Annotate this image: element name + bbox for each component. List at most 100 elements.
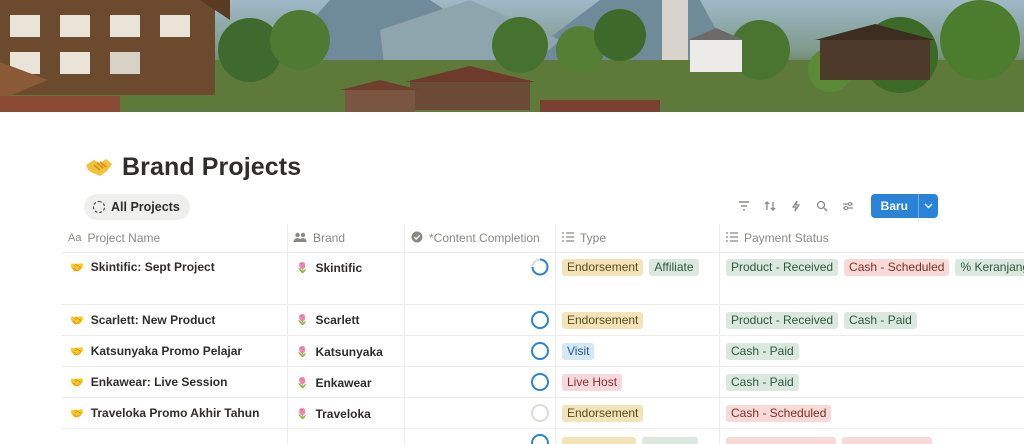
completion-ring <box>531 373 549 391</box>
type-tag: Live Host <box>562 373 623 391</box>
column-header-brand[interactable]: Brand <box>293 224 408 252</box>
payment-tags[interactable]: Product - Received Cash - Scheduled % Ke… <box>726 257 1024 277</box>
payment-tag: Cash - Scheduled <box>726 404 832 422</box>
brand-cell[interactable]: 🌷 Scarlett <box>296 310 359 330</box>
completion-ring <box>531 258 549 276</box>
column-divider <box>404 224 405 444</box>
flower-icon: 🌷 <box>296 408 309 420</box>
column-divider <box>719 224 720 444</box>
handshake-icon: 🤝 <box>70 345 84 358</box>
completion-ring <box>531 404 549 422</box>
brand-name: Scarlett <box>315 313 360 327</box>
type-tag: Affiliate <box>649 258 699 276</box>
column-header-label: Project Name <box>87 231 161 245</box>
completion-ring <box>531 342 549 360</box>
project-name: Scarlett: New Product <box>90 313 216 327</box>
column-header-project-name[interactable]: Aa Project Name <box>68 224 288 252</box>
page-title: Brand Projects <box>122 152 302 181</box>
type-tag: Visit <box>562 342 595 360</box>
handshake-icon: 🤝 <box>70 376 84 389</box>
check-circle-icon <box>411 231 423 246</box>
project-name: Enkawear: Live Session <box>90 375 228 389</box>
completion-ring <box>531 434 549 444</box>
type-tags[interactable]: Live Host <box>562 372 623 392</box>
column-header-type[interactable]: Type <box>562 224 712 252</box>
payment-tag: Cash - Paid <box>726 373 799 391</box>
flower-icon: 🌷 <box>296 262 309 274</box>
type-tags[interactable]: Endorsement Affiliate <box>562 257 699 277</box>
payment-tags[interactable]: Product - Received Cash - Paid <box>726 310 917 330</box>
type-tags[interactable]: Visit <box>562 341 595 361</box>
text-property-icon: Aa <box>68 232 82 244</box>
payment-tags[interactable]: Cash - Scheduled <box>726 403 832 423</box>
column-header-label: Brand <box>313 231 346 245</box>
filter-icon[interactable] <box>733 194 755 218</box>
brand-cell[interactable]: 🌷 Katsunyaka <box>296 342 383 362</box>
payment-tag: Product - Received <box>726 311 839 329</box>
search-icon[interactable] <box>811 194 833 218</box>
project-name-cell[interactable]: 🤝 Skintific: Sept Project <box>70 257 215 277</box>
list-icon <box>726 231 738 245</box>
type-tags[interactable]: Endorsement <box>562 403 644 423</box>
flower-icon: 🌷 <box>296 346 309 358</box>
brand-cell[interactable]: 🌷 Traveloka <box>296 404 371 424</box>
type-tag: Endorsement <box>562 404 644 422</box>
type-tag-placeholder <box>642 436 698 444</box>
payment-tags[interactable]: Cash - Paid <box>726 341 799 361</box>
payment-tag: Cash - Paid <box>726 342 799 360</box>
row-divider <box>62 335 1024 336</box>
settings-sliders-icon[interactable] <box>837 194 859 218</box>
brand-name: Traveloka <box>315 407 371 421</box>
type-tag: Endorsement <box>562 258 644 276</box>
sort-icon[interactable] <box>759 194 781 218</box>
column-header-payment-status[interactable]: Payment Status <box>726 224 926 252</box>
payment-tag: Cash - Paid <box>844 311 917 329</box>
project-name-cell[interactable]: 🤝 Katsunyaka Promo Pelajar <box>70 341 242 361</box>
brand-cell[interactable]: 🌷 Enkawear <box>296 373 372 393</box>
new-button[interactable]: Baru <box>870 194 938 218</box>
handshake-icon: 🤝 <box>70 261 84 274</box>
completion-ring <box>531 311 549 329</box>
database-toolbar: Baru <box>733 194 938 218</box>
cover-image <box>0 0 1024 112</box>
row-divider <box>62 366 1024 367</box>
project-name: Skintific: Sept Project <box>90 260 215 274</box>
brand-name: Katsunyaka <box>315 345 383 359</box>
payment-tags[interactable]: Cash - Paid <box>726 372 799 392</box>
cover-illustration <box>0 0 1024 112</box>
loading-circle-icon <box>93 201 105 213</box>
payment-tags[interactable] <box>726 434 932 444</box>
row-divider <box>62 304 1024 305</box>
payment-tag-placeholder <box>842 436 932 444</box>
view-tab-label: All Projects <box>111 200 180 214</box>
payment-tag-placeholder <box>726 436 836 444</box>
page-title-row: Brand Projects <box>84 152 301 182</box>
type-tags[interactable]: Endorsement <box>562 310 644 330</box>
handshake-icon: 🤝 <box>70 407 84 420</box>
people-icon <box>293 231 307 245</box>
column-header-label: *Content Completion <box>429 231 540 245</box>
flower-icon: 🌷 <box>296 314 309 326</box>
column-divider <box>287 224 288 444</box>
type-tag-placeholder <box>562 436 636 444</box>
brand-name: Skintific <box>315 261 363 275</box>
brand-name: Enkawear <box>315 376 372 390</box>
row-divider <box>62 397 1024 398</box>
handshake-icon <box>84 152 114 182</box>
payment-tag: % Keranjang Ku <box>955 258 1024 276</box>
chevron-down-icon[interactable] <box>918 194 938 218</box>
type-tags[interactable] <box>562 434 698 444</box>
new-button-label: Baru <box>880 199 908 213</box>
project-name-cell[interactable]: 🤝 Scarlett: New Product <box>70 310 215 330</box>
row-divider <box>62 428 1024 429</box>
project-name-cell[interactable]: 🤝 Enkawear: Live Session <box>70 372 227 392</box>
project-name: Traveloka Promo Akhir Tahun <box>90 406 260 420</box>
automation-bolt-icon[interactable] <box>785 194 807 218</box>
project-name-cell[interactable]: 🤝 Traveloka Promo Akhir Tahun <box>70 403 259 423</box>
column-divider <box>555 224 556 444</box>
flower-icon: 🌷 <box>296 377 309 389</box>
header-divider <box>62 252 1024 253</box>
column-header-content-completion[interactable]: *Content Completion <box>411 224 556 252</box>
brand-cell[interactable]: 🌷 Skintific <box>296 258 362 278</box>
view-tab-all-projects[interactable]: All Projects <box>84 194 190 220</box>
